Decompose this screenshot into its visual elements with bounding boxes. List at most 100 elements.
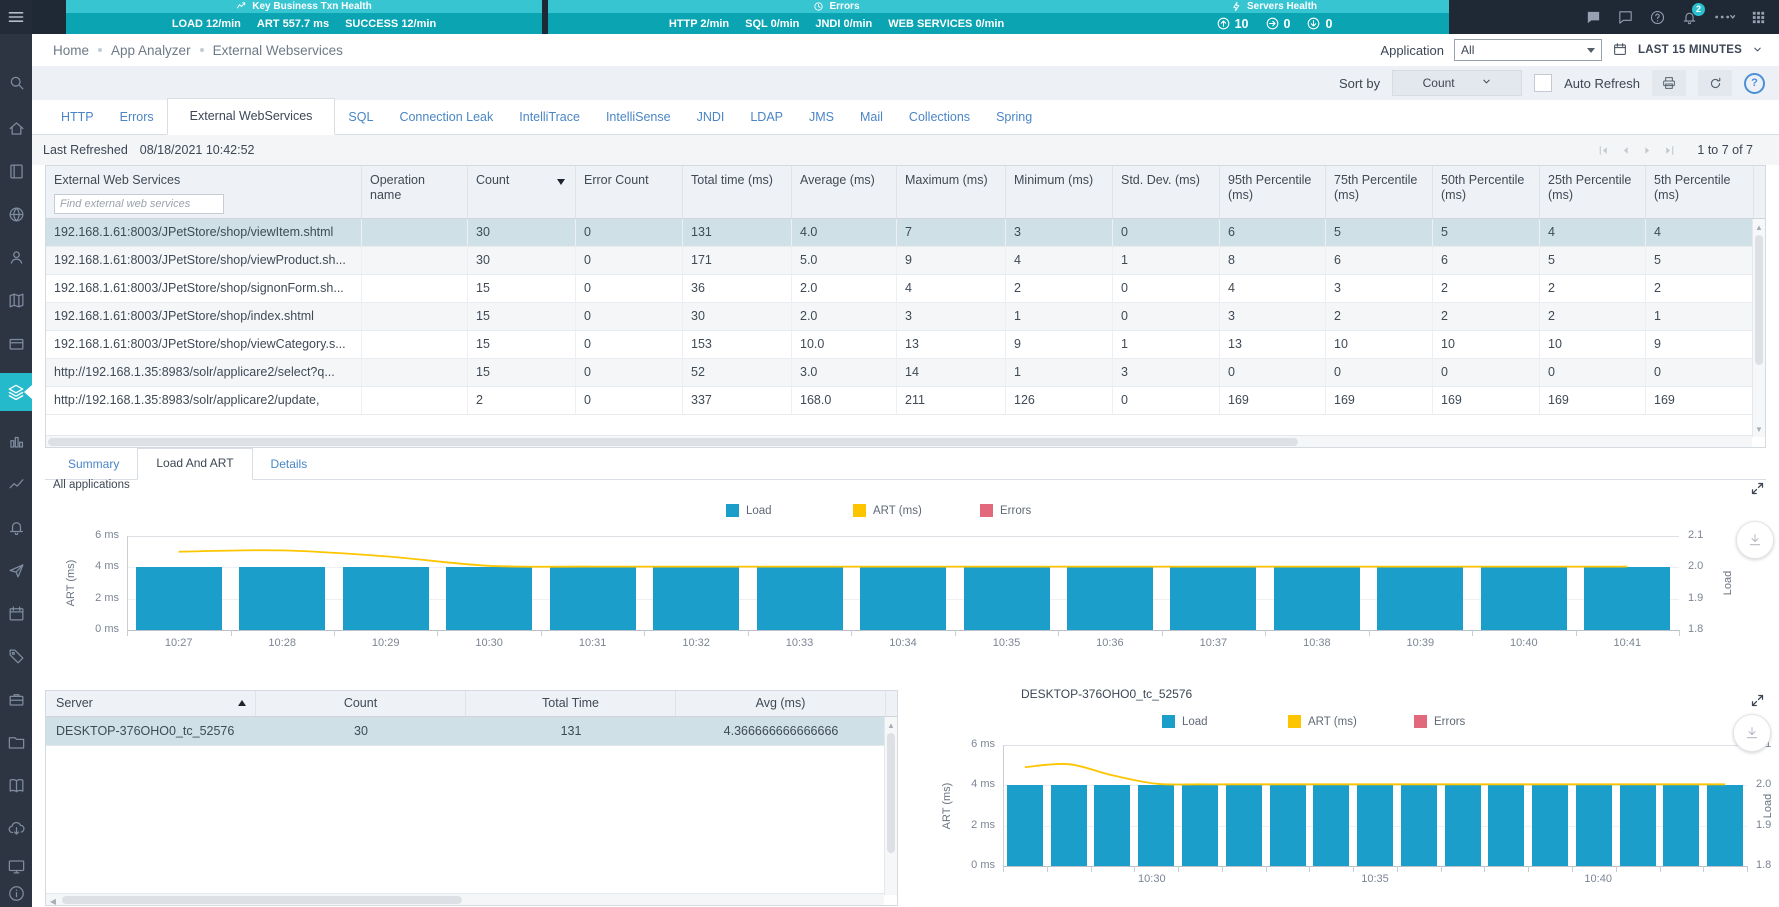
server-column-header-total-time[interactable]: Total Time: [466, 691, 676, 716]
tab-ldap[interactable]: LDAP: [737, 100, 796, 134]
sidebar-item-cloud-download[interactable]: [0, 810, 32, 846]
column-header-operation-name[interactable]: Operation name: [362, 166, 468, 218]
subtab-details[interactable]: Details: [253, 450, 326, 479]
legend-item-errors[interactable]: Errors: [1414, 715, 1540, 728]
column-header-5th-percentile-ms-[interactable]: 5th Percentile (ms): [1646, 166, 1754, 218]
tab-mail[interactable]: Mail: [847, 100, 896, 134]
health-panel-1[interactable]: Key Business Txn HealthLOAD 12/minART 55…: [66, 0, 542, 34]
scroll-up-icon[interactable]: ▲: [885, 719, 897, 731]
sidebar-item-search[interactable]: [0, 64, 32, 100]
legend-item-load[interactable]: Load: [1162, 715, 1288, 728]
comment-outline-button[interactable]: [1617, 9, 1634, 26]
refresh-button[interactable]: [1698, 70, 1732, 96]
scroll-up-icon[interactable]: ▲: [1753, 221, 1765, 233]
download-button[interactable]: [1733, 714, 1771, 752]
server-column-header-avg-ms-[interactable]: Avg (ms): [676, 691, 886, 716]
help-circle-button[interactable]: [1649, 9, 1666, 26]
scroll-thumb[interactable]: [1755, 235, 1763, 365]
tab-intellisense[interactable]: IntelliSense: [593, 100, 684, 134]
tab-intellitrace[interactable]: IntelliTrace: [506, 100, 593, 134]
subtab-summary[interactable]: Summary: [50, 450, 137, 479]
sidebar-item-bell[interactable]: [0, 509, 32, 545]
first-page-button[interactable]: [1597, 144, 1610, 157]
column-header-std-dev-ms-[interactable]: Std. Dev. (ms): [1113, 166, 1220, 218]
breadcrumb-item[interactable]: Home: [53, 43, 89, 58]
column-header-50th-percentile-ms-[interactable]: 50th Percentile (ms): [1433, 166, 1540, 218]
scroll-thumb[interactable]: [887, 733, 895, 853]
download-button[interactable]: [1736, 521, 1774, 559]
horizontal-scrollbar[interactable]: ◀: [46, 893, 884, 905]
legend-item-load[interactable]: Load: [726, 504, 853, 517]
apps-grid-button[interactable]: [1750, 9, 1767, 26]
table-row[interactable]: 192.168.1.61:8003/JPetStore/shop/viewCat…: [46, 331, 1765, 359]
print-button[interactable]: [1652, 70, 1686, 96]
sidebar-item-send[interactable]: [0, 552, 32, 588]
comment-filled-button[interactable]: [1585, 9, 1602, 26]
column-header-75th-percentile-ms-[interactable]: 75th Percentile (ms): [1326, 166, 1433, 218]
sort-by-select[interactable]: Count: [1392, 70, 1522, 96]
sidebar-item-map[interactable]: [0, 282, 32, 318]
scroll-thumb[interactable]: [62, 896, 462, 904]
sidebar-item-calendar[interactable]: [0, 595, 32, 631]
sidebar-item-folder[interactable]: [0, 724, 32, 760]
sidebar-item-book[interactable]: [0, 767, 32, 803]
previous-page-button[interactable]: [1619, 144, 1632, 157]
column-header-average-ms-[interactable]: Average (ms): [792, 166, 897, 218]
subtab-load-and-art[interactable]: Load And ART: [137, 448, 252, 480]
tab-spring[interactable]: Spring: [983, 100, 1045, 134]
column-header-25th-percentile-ms-[interactable]: 25th Percentile (ms): [1540, 166, 1646, 218]
tab-sql[interactable]: SQL: [335, 100, 386, 134]
column-header-maximum-ms-[interactable]: Maximum (ms): [897, 166, 1006, 218]
server-column-header-server[interactable]: Server: [46, 691, 256, 716]
legend-item-art-ms-[interactable]: ART (ms): [853, 504, 980, 517]
horizontal-scrollbar[interactable]: [46, 435, 1752, 447]
table-row[interactable]: http://192.168.1.35:8983/solr/applicare2…: [46, 359, 1765, 387]
last-page-button[interactable]: [1663, 144, 1676, 157]
time-range-selector[interactable]: LAST 15 MINUTES: [1638, 44, 1742, 56]
vertical-scrollbar[interactable]: ▲▼: [1752, 219, 1765, 437]
expand-icon[interactable]: [1750, 481, 1765, 496]
legend-item-art-ms-[interactable]: ART (ms): [1288, 715, 1414, 728]
sidebar-item-bar-chart[interactable]: [0, 423, 32, 459]
scroll-left-icon[interactable]: ◀: [47, 895, 59, 907]
breadcrumb-item[interactable]: External Webservices: [213, 43, 343, 58]
scroll-down-icon[interactable]: ▼: [1753, 423, 1765, 435]
table-row[interactable]: 192.168.1.61:8003/JPetStore/shop/viewIte…: [46, 219, 1765, 247]
tab-errors[interactable]: Errors: [107, 100, 167, 134]
more-button[interactable]: [1713, 6, 1735, 28]
sidebar-item-user[interactable]: [0, 239, 32, 275]
column-header-external-web-services[interactable]: External Web Services: [46, 166, 362, 218]
tab-jndi[interactable]: JNDI: [684, 100, 738, 134]
legend-item-errors[interactable]: Errors: [980, 504, 1107, 517]
sidebar-item-trend[interactable]: [0, 466, 32, 502]
column-header-95th-percentile-ms-[interactable]: 95th Percentile (ms): [1220, 166, 1326, 218]
table-row[interactable]: 192.168.1.61:8003/JPetStore/shop/viewPro…: [46, 247, 1765, 275]
help-button[interactable]: ?: [1744, 73, 1765, 94]
column-header-error-count[interactable]: Error Count: [576, 166, 683, 218]
table-row[interactable]: http://192.168.1.35:8983/solr/applicare2…: [46, 387, 1765, 415]
sidebar-item-journal[interactable]: [0, 153, 32, 189]
search-input[interactable]: [54, 194, 224, 214]
sidebar-item-globe[interactable]: [0, 196, 32, 232]
application-select[interactable]: All: [1454, 39, 1602, 61]
menu-icon[interactable]: [0, 0, 32, 34]
chevron-down-icon[interactable]: [1752, 43, 1763, 58]
server-table-row[interactable]: DESKTOP-376OHO0_tc_52576301314.366666666…: [46, 717, 897, 746]
column-header-count[interactable]: Count: [468, 166, 576, 218]
tab-collections[interactable]: Collections: [896, 100, 983, 134]
next-page-button[interactable]: [1641, 144, 1654, 157]
tab-jms[interactable]: JMS: [796, 100, 847, 134]
vertical-scrollbar[interactable]: ▲: [884, 717, 897, 895]
table-row[interactable]: 192.168.1.61:8003/JPetStore/shop/signonF…: [46, 275, 1765, 303]
scroll-thumb[interactable]: [48, 438, 1298, 446]
column-header-minimum-ms-[interactable]: Minimum (ms): [1006, 166, 1113, 218]
breadcrumb-item[interactable]: App Analyzer: [111, 43, 191, 58]
server-column-header-count[interactable]: Count: [256, 691, 466, 716]
sidebar-item-home[interactable]: [0, 110, 32, 146]
tab-external-webservices[interactable]: External WebServices: [167, 98, 336, 135]
sidebar-item-wallet[interactable]: [0, 325, 32, 361]
column-header-total-time-ms-[interactable]: Total time (ms): [683, 166, 792, 218]
auto-refresh-checkbox[interactable]: [1534, 74, 1552, 92]
health-panel-2[interactable]: ErrorsHTTP 2/minSQL 0/minJNDI 0/minWEB S…: [548, 0, 1125, 34]
sidebar-item-info[interactable]: [0, 875, 32, 907]
